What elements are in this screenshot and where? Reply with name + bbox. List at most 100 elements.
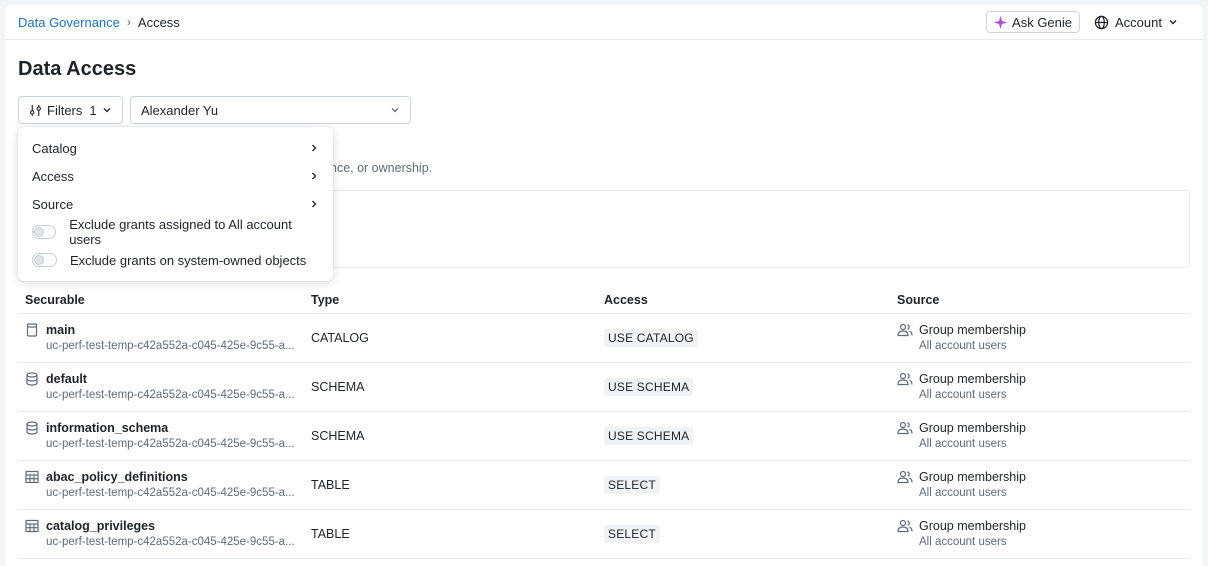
table-row[interactable]: information_schema uc-perf-test-temp-c42… (18, 412, 1190, 461)
toggle-row-exclude-all-account-users: Exclude grants assigned to All account u… (18, 217, 333, 247)
group-icon (897, 421, 913, 435)
source-type: Group membership (919, 519, 1026, 533)
filters-button[interactable]: Filters 1 (18, 96, 123, 124)
privilege-tag: USE CATALOG (604, 329, 698, 347)
securable-cell: information_schema uc-perf-test-temp-c42… (18, 420, 311, 452)
table-row[interactable]: abac_policy_definitions uc-perf-test-tem… (18, 461, 1190, 510)
securable-cell: main uc-perf-test-temp-c42a552a-c045-425… (18, 322, 311, 354)
source-cell: Group membership All account users (897, 371, 1190, 403)
breadcrumb-separator: › (126, 15, 131, 29)
toggle-row-exclude-system-owned: Exclude grants on system-owned objects (18, 246, 333, 274)
privilege-tag: USE SCHEMA (604, 378, 694, 396)
column-header-securable: Securable (25, 293, 85, 307)
chevron-down-icon (102, 105, 112, 115)
access-cell: USE SCHEMA (604, 427, 897, 445)
schema-icon (25, 372, 39, 386)
table-row[interactable]: main uc-perf-test-temp-c42a552a-c045-425… (18, 314, 1190, 363)
ask-genie-label: Ask Genie (1012, 14, 1073, 30)
page-description: nce, or ownership. (330, 161, 433, 175)
menu-item-label: Catalog (32, 140, 77, 156)
table-icon (25, 470, 39, 484)
breadcrumb-current: Access (137, 14, 180, 30)
top-bar-actions: Ask Genie Account (986, 11, 1190, 33)
access-cell: SELECT (604, 476, 897, 494)
securable-path: uc-perf-test-temp-c42a552a-c045-425e-9c5… (46, 340, 295, 352)
source-group: All account users (919, 389, 1007, 401)
securable-path: uc-perf-test-temp-c42a552a-c045-425e-9c5… (46, 487, 295, 499)
table-icon (25, 519, 39, 533)
group-icon (897, 470, 913, 484)
column-header-source: Source (897, 293, 940, 307)
privilege-tag: SELECT (604, 476, 660, 494)
type-cell: SCHEMA (311, 429, 365, 443)
source-type: Group membership (919, 421, 1026, 435)
table-header: Securable Type Access Source (18, 287, 1190, 314)
top-bar: Data Governance › Access Ask Genie Accou… (5, 5, 1203, 40)
schema-icon (25, 421, 39, 435)
access-table: Securable Type Access Source main uc-per… (18, 287, 1190, 559)
type-cell: TABLE (311, 478, 350, 492)
securable-name-link[interactable]: catalog_privileges (46, 518, 304, 534)
source-group: All account users (919, 438, 1007, 450)
securable-cell: abac_policy_definitions uc-perf-test-tem… (18, 469, 311, 501)
principal-select[interactable]: Alexander Yu (130, 96, 411, 124)
group-icon (897, 519, 913, 533)
securable-cell: catalog_privileges uc-perf-test-temp-c42… (18, 518, 311, 550)
filters-label: Filters (47, 102, 83, 118)
table-row[interactable]: catalog_privileges uc-perf-test-temp-c42… (18, 510, 1190, 559)
chevron-right-icon (309, 199, 319, 209)
globe-icon (1094, 15, 1109, 30)
chevron-down-icon (1168, 17, 1178, 27)
group-icon (897, 372, 913, 386)
securable-path: uc-perf-test-temp-c42a552a-c045-425e-9c5… (46, 536, 295, 548)
access-cell: USE SCHEMA (604, 378, 897, 396)
filters-count-badge: 1 (89, 102, 97, 118)
sliders-icon (29, 104, 42, 117)
menu-item-access[interactable]: Access (18, 162, 333, 190)
table-row[interactable]: default uc-perf-test-temp-c42a552a-c045-… (18, 363, 1190, 412)
menu-item-label: Access (32, 168, 74, 184)
source-group: All account users (919, 536, 1007, 548)
menu-item-catalog[interactable]: Catalog (18, 134, 333, 162)
access-cell: SELECT (604, 525, 897, 543)
principal-select-value: Alexander Yu (141, 102, 219, 118)
account-menu-button[interactable]: Account (1094, 15, 1178, 30)
source-cell: Group membership All account users (897, 420, 1190, 452)
chevron-right-icon (309, 143, 319, 153)
exclude-system-owned-toggle[interactable] (32, 253, 57, 267)
securable-name-link[interactable]: main (46, 322, 304, 338)
group-icon (897, 323, 913, 337)
source-cell: Group membership All account users (897, 322, 1190, 354)
securable-name-link[interactable]: information_schema (46, 420, 304, 436)
source-type: Group membership (919, 470, 1026, 484)
breadcrumb: Data Governance › Access (18, 15, 180, 30)
app-window: Data Governance › Access Ask Genie Accou… (5, 5, 1203, 566)
type-cell: SCHEMA (311, 380, 365, 394)
source-type: Group membership (919, 372, 1026, 386)
type-cell: TABLE (311, 527, 350, 541)
column-header-access: Access (604, 293, 648, 307)
menu-item-source[interactable]: Source (18, 190, 333, 218)
breadcrumb-link-data-governance[interactable]: Data Governance (18, 15, 120, 30)
securable-name-link[interactable]: abac_policy_definitions (46, 469, 304, 485)
securable-path: uc-perf-test-temp-c42a552a-c045-425e-9c5… (46, 389, 295, 401)
toggle-label: Exclude grants assigned to All account u… (69, 217, 292, 247)
catalog-icon (25, 323, 39, 337)
column-header-type: Type (311, 293, 340, 307)
source-group: All account users (919, 340, 1007, 352)
filters-menu: Catalog Access Source Exclude grants ass… (18, 127, 333, 281)
type-cell: CATALOG (311, 331, 369, 345)
securable-name-link[interactable]: default (46, 371, 304, 387)
access-cell: USE CATALOG (604, 329, 897, 347)
page-title: Data Access (18, 58, 137, 80)
chevron-down-icon (390, 105, 400, 115)
source-cell: Group membership All account users (897, 469, 1190, 501)
source-type: Group membership (919, 323, 1026, 337)
source-group: All account users (919, 487, 1007, 499)
ask-genie-button[interactable]: Ask Genie (986, 11, 1081, 33)
menu-item-label: Source (32, 196, 74, 212)
account-label: Account (1115, 14, 1162, 30)
securable-cell: default uc-perf-test-temp-c42a552a-c045-… (18, 371, 311, 403)
privilege-tag: USE SCHEMA (604, 427, 694, 445)
exclude-all-account-users-toggle[interactable] (32, 225, 57, 239)
